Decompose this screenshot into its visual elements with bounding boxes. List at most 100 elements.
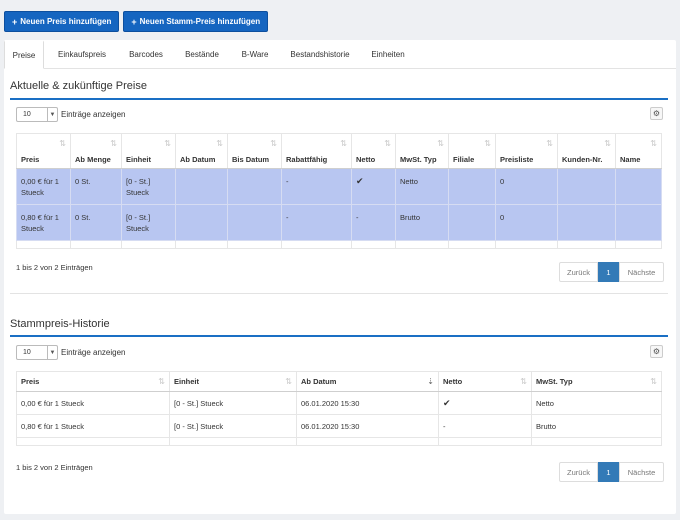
- col-header-preisliste[interactable]: Preisliste ⇅: [495, 133, 558, 169]
- cell-mwst-typ: Netto: [395, 168, 449, 205]
- page-length-value: 10: [23, 111, 31, 118]
- cell-name: [615, 204, 662, 241]
- page-length-select[interactable]: 10 ▼: [16, 107, 58, 122]
- cell-rabattfaehig: -: [281, 168, 352, 205]
- pagination: Zurück 1 Nächste: [559, 462, 664, 482]
- cell-mwst-typ: Brutto: [531, 414, 662, 438]
- add-master-price-button[interactable]: + Neuen Stamm-Preis hinzufügen: [123, 11, 269, 32]
- check-icon: ✔: [351, 168, 396, 205]
- master-price-history-table: Preis ⇅ Einheit ⇅ Ab Datum ⇣ Netto ⇅ MwSt. T…: [16, 371, 662, 446]
- check-icon: ✔: [438, 391, 532, 415]
- pagination-next-button[interactable]: Nächste: [619, 462, 664, 482]
- plus-icon: +: [12, 16, 18, 27]
- sort-icon: ⇅: [520, 377, 527, 386]
- cell-mwst-typ: Netto: [531, 391, 662, 415]
- chevron-down-icon: ▼: [47, 346, 57, 359]
- page-length-label: Einträge anzeigen: [61, 110, 126, 119]
- col-header-filiale[interactable]: Filiale ⇅: [448, 133, 496, 169]
- section-title-master-price-history: Stammpreis-Historie: [10, 318, 110, 330]
- cell-kunden-nr: [557, 168, 616, 205]
- col-header-ab-datum[interactable]: Ab Datum ⇅: [175, 133, 228, 169]
- pagination-prev-button[interactable]: Zurück: [559, 462, 598, 482]
- sort-icon: ⇅: [484, 139, 491, 148]
- tab-einkaufspreis[interactable]: Einkaufspreis: [48, 40, 116, 69]
- sort-icon: ⇅: [164, 139, 171, 148]
- cell-ab-menge: 0 St.: [70, 204, 122, 241]
- tab-b-ware[interactable]: B-Ware: [232, 40, 278, 69]
- col-header-mwst-typ[interactable]: MwSt. Typ ⇅: [531, 371, 662, 392]
- section-divider: [10, 293, 668, 294]
- sort-icon: ⇅: [216, 139, 223, 148]
- tab-barcodes[interactable]: Barcodes: [120, 40, 172, 69]
- cell-name: [615, 168, 662, 205]
- tab-bestandshistorie[interactable]: Bestandshistorie: [280, 40, 360, 69]
- toolbar: + Neuen Preis hinzufügen + Neuen Stamm-P…: [4, 11, 269, 32]
- sort-icon: ⇅: [340, 139, 347, 148]
- chevron-down-icon: ▼: [47, 108, 57, 121]
- table-footer-row: [16, 437, 662, 446]
- cell-filiale: [448, 168, 496, 205]
- cell-einheit: [0 - St.] Stueck: [121, 168, 176, 205]
- table-row[interactable]: 0,80 € für 1 Stueck 0 St. [0 - St.] Stue…: [16, 204, 662, 241]
- cell-filiale: [448, 204, 496, 241]
- col-header-preis[interactable]: Preis ⇅: [16, 133, 71, 169]
- sort-icon: ⇅: [604, 139, 611, 148]
- cell-ab-datum: 06.01.2020 15:30: [296, 391, 439, 415]
- plus-icon: +: [131, 16, 137, 27]
- cell-bis-datum: [227, 168, 282, 205]
- col-header-einheit[interactable]: Einheit ⇅: [121, 133, 176, 169]
- cell-einheit: [0 - St.] Stueck: [169, 391, 297, 415]
- pagination-page-1[interactable]: 1: [598, 262, 619, 282]
- cell-bis-datum: [227, 204, 282, 241]
- cell-ab-datum: [175, 204, 228, 241]
- table-info: 1 bis 2 von 2 Einträgen: [16, 463, 93, 472]
- pagination: Zurück 1 Nächste: [559, 262, 664, 282]
- pagination-page-1[interactable]: 1: [598, 462, 619, 482]
- tab-bestaende[interactable]: Bestände: [176, 40, 228, 69]
- tab-einheiten[interactable]: Einheiten: [362, 40, 414, 69]
- cell-einheit: [0 - St.] Stueck: [169, 414, 297, 438]
- col-header-ab-datum[interactable]: Ab Datum ⇣: [296, 371, 439, 392]
- section-underline: [10, 335, 668, 337]
- pagination-next-button[interactable]: Nächste: [619, 262, 664, 282]
- col-header-bis-datum[interactable]: Bis Datum ⇅: [227, 133, 282, 169]
- cell-preis: 0,80 € für 1 Stueck: [16, 204, 71, 241]
- sort-icon: ⇅: [270, 139, 277, 148]
- sort-icon: ⇅: [546, 139, 553, 148]
- sort-icon: ⇅: [59, 139, 66, 148]
- gears-icon[interactable]: ⚙: [650, 107, 663, 120]
- sort-icon: ⇅: [650, 139, 657, 148]
- add-master-price-label: Neuen Stamm-Preis hinzufügen: [139, 17, 261, 26]
- add-price-button[interactable]: + Neuen Preis hinzufügen: [4, 11, 120, 32]
- cell-preis: 0,00 € für 1 Stueck: [16, 168, 71, 205]
- section-underline: [10, 98, 668, 100]
- col-header-preis[interactable]: Preis ⇅: [16, 371, 170, 392]
- main-panel: Preise Einkaufspreis Barcodes Bestände B…: [4, 40, 676, 514]
- cell-einheit: [0 - St.] Stueck: [121, 204, 176, 241]
- cell-rabattfaehig: -: [281, 204, 352, 241]
- add-price-label: Neuen Preis hinzufügen: [20, 17, 112, 26]
- col-header-einheit[interactable]: Einheit ⇅: [169, 371, 297, 392]
- sort-icon: ⇅: [285, 377, 292, 386]
- col-header-netto[interactable]: Netto ⇅: [351, 133, 396, 169]
- gears-icon[interactable]: ⚙: [650, 345, 663, 358]
- table-info: 1 bis 2 von 2 Einträgen: [16, 263, 93, 272]
- table-row[interactable]: 0,80 € für 1 Stueck [0 - St.] Stueck 06.…: [16, 414, 662, 438]
- cell-netto: -: [351, 204, 396, 241]
- cell-kunden-nr: [557, 204, 616, 241]
- col-header-rabattfaehig[interactable]: Rabattfähig ⇅: [281, 133, 352, 169]
- col-header-netto[interactable]: Netto ⇅: [438, 371, 532, 392]
- sort-icon: ⇅: [650, 377, 657, 386]
- pagination-prev-button[interactable]: Zurück: [559, 262, 598, 282]
- tab-preise[interactable]: Preise: [4, 40, 44, 69]
- page-length-select[interactable]: 10 ▼: [16, 345, 58, 360]
- table-row[interactable]: 0,00 € für 1 Stueck [0 - St.] Stueck 06.…: [16, 391, 662, 415]
- table-row[interactable]: 0,00 € für 1 Stueck 0 St. [0 - St.] Stue…: [16, 168, 662, 205]
- col-header-kunden-nr[interactable]: Kunden-Nr. ⇅: [557, 133, 616, 169]
- col-header-name[interactable]: Name ⇅: [615, 133, 662, 169]
- col-header-ab-menge[interactable]: Ab Menge ⇅: [70, 133, 122, 169]
- sort-icon: ⇅: [158, 377, 165, 386]
- col-header-mwst-typ[interactable]: MwSt. Typ ⇅: [395, 133, 449, 169]
- section-title-current-prices: Aktuelle & zukünftige Preise: [10, 80, 147, 92]
- cell-preis: 0,80 € für 1 Stueck: [16, 414, 170, 438]
